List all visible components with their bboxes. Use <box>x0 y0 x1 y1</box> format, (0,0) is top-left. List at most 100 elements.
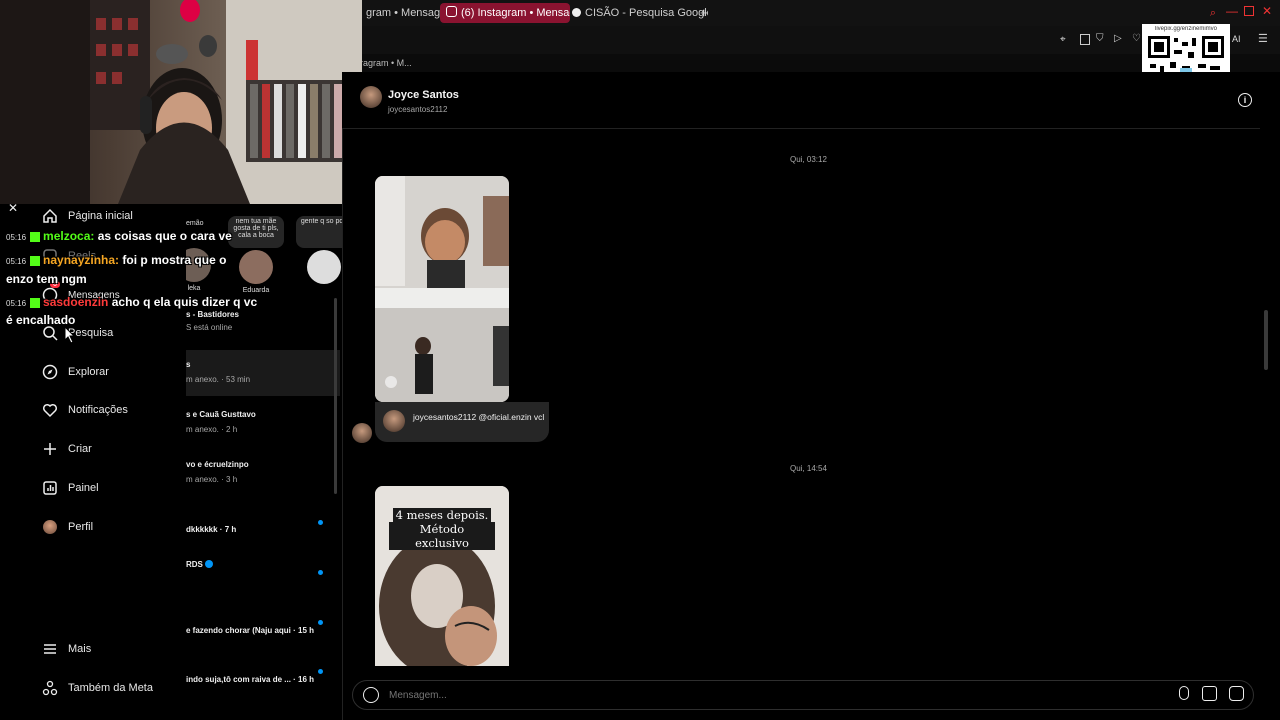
chat-time: 05:16 <box>6 233 27 242</box>
google-icon <box>572 8 581 17</box>
nav-explore[interactable]: Explorar <box>42 360 109 384</box>
browser-tab-bar: gram • Mensager (6) Instagram • Mensager… <box>360 0 1280 26</box>
webcam-overlay <box>0 0 362 204</box>
mouse-cursor-icon <box>64 326 76 344</box>
minimize-icon[interactable]: — <box>1226 4 1238 18</box>
conversation-item[interactable]: dkkkkkk · 7 h <box>186 525 336 534</box>
bookmark-item[interactable]: ragram • M... <box>360 58 412 68</box>
contact-avatar[interactable] <box>360 86 382 108</box>
info-icon[interactable]: i <box>1238 93 1252 107</box>
chat-message: foi p mostra que o <box>122 253 227 267</box>
reel-overlay-text: 4 meses depois. Método exclusivo <box>389 508 495 550</box>
shared-reel-thumbnail[interactable] <box>375 176 509 402</box>
webcam-scene <box>0 0 362 204</box>
play-icon[interactable]: ▷ <box>1114 33 1122 44</box>
menu-icon[interactable]: ☰ <box>1258 32 1268 45</box>
microphone-icon[interactable] <box>1179 686 1189 700</box>
message-timestamp: Qui, 03:12 <box>790 155 827 164</box>
chat-header: Joyce Santos joycesantos2112 i <box>342 72 1260 129</box>
chat-username: melzoca: <box>43 229 95 243</box>
hamburger-icon <box>42 641 58 657</box>
reel-caption-text: joycesantos2112 @oficial.enzin vcl <box>413 412 545 422</box>
image-icon[interactable] <box>1202 686 1217 701</box>
stream-chat-line: 05:16 melzoca: as coisas que o cara ve <box>6 229 232 243</box>
conversation-item[interactable]: s e Cauã Gusttavo m anexo. · 2 h <box>186 410 336 434</box>
conversation-name: RDS <box>186 560 336 569</box>
nav-notifications[interactable]: Notificações <box>42 398 128 422</box>
contact-handle: joycesantos2112 <box>388 105 448 114</box>
search-icon[interactable]: ⌕ <box>1210 7 1216 20</box>
browser-tab-active[interactable]: (6) Instagram • Mensager <box>440 3 570 23</box>
plus-icon <box>42 441 58 457</box>
heart-icon[interactable]: ♡ <box>1132 33 1141 44</box>
nav-notifications-label: Notificações <box>68 404 128 416</box>
conversation-preview: S está online <box>186 323 233 332</box>
conversation-item[interactable]: indo suja,tô com raiva de ... · 16 h <box>186 675 336 684</box>
conversation-item[interactable]: e fazendo chorar (Naju aqui · 15 h <box>186 626 336 635</box>
maximize-icon[interactable] <box>1244 6 1254 16</box>
story-note[interactable]: gente q so pqp <box>296 216 342 284</box>
chat-time: 05:16 <box>6 257 27 266</box>
story-name: leka <box>187 285 201 292</box>
conversation-list: lemão leka nem tua mãe gosta de ti pls, … <box>186 204 342 720</box>
sticker-icon[interactable] <box>1229 686 1244 701</box>
shared-reel-thumbnail[interactable]: 4 meses depois. Método exclusivo <box>375 486 509 666</box>
conversation-item[interactable]: RDS <box>186 560 336 569</box>
conversation-name: e fazendo chorar (Naju aqui · 15 h <box>186 626 315 635</box>
reel-share-caption[interactable]: joycesantos2112 @oficial.enzin vcl <box>375 402 549 442</box>
story-avatar <box>239 250 273 284</box>
chat-scrollbar[interactable] <box>1264 310 1268 370</box>
conversation-item[interactable]: vo e écruelzinpo m anexo. · 3 h <box>186 460 336 484</box>
meta-apps-icon <box>42 680 58 696</box>
stream-chat-line: 05:16 naynayzinha: foi p mostra que o <box>6 253 226 267</box>
ai-button[interactable]: AI <box>1232 34 1241 44</box>
streamer-badge-icon <box>30 255 41 266</box>
nav-create[interactable]: Criar <box>42 437 92 461</box>
browser-tab-label: (6) Instagram • Mensager <box>461 7 570 19</box>
nav-also-from-meta[interactable]: Também da Meta <box>42 676 153 700</box>
chat-time: 05:16 <box>6 299 27 308</box>
reel-overlay-line: 4 meses depois. <box>392 508 492 522</box>
nav-home[interactable]: Página inicial <box>42 204 133 228</box>
compass-icon <box>42 364 58 380</box>
close-icon[interactable]: ✕ <box>1262 4 1272 18</box>
unread-dot <box>318 520 323 525</box>
home-icon <box>42 208 58 224</box>
conversation-item-selected[interactable]: s m anexo. · 53 min <box>186 350 340 396</box>
streamer-badge-icon <box>30 231 41 242</box>
nav-dashboard[interactable]: Painel <box>42 476 99 500</box>
message-composer[interactable] <box>352 680 1254 710</box>
qr-caption: livepix.gg/enzinemimvo <box>1154 26 1218 32</box>
story-note-text: gente q so pqp <box>296 216 342 248</box>
chat-message: enzo tem ngm <box>6 272 87 286</box>
overlay-close-icon[interactable]: ✕ <box>8 201 18 215</box>
chat-message: as coisas que o cara ve <box>97 229 232 243</box>
conversation-preview: m anexo. · 2 h <box>186 425 238 434</box>
message-input[interactable] <box>387 686 1091 704</box>
story-avatar <box>307 250 341 284</box>
story-note-text: nem tua mãe gosta de ti pls, cala a boca <box>228 216 284 248</box>
tabs-icon[interactable] <box>1080 34 1090 45</box>
conversation-name: s e Cauã Gusttavo <box>186 410 256 419</box>
nav-profile[interactable]: Perfil <box>42 515 93 539</box>
stream-chat-line: é encalhado <box>6 313 75 327</box>
pin-icon[interactable]: ⌖ <box>1060 34 1066 45</box>
nav-profile-label: Perfil <box>68 521 94 533</box>
conversation-scrollbar[interactable] <box>334 298 337 494</box>
conversation-preview: m anexo. · 53 min <box>186 375 251 384</box>
new-tab-button[interactable]: + <box>694 3 718 23</box>
browser-tab-label: CISÃO - Pesquisa Google <box>585 7 708 19</box>
shield-icon[interactable]: ⛉ <box>1096 33 1104 44</box>
conversation-item[interactable]: s - Bastidores S está online <box>186 310 336 332</box>
browser-tab[interactable]: gram • Mensager <box>360 3 442 23</box>
reel-preview-image <box>375 176 509 402</box>
story-note[interactable]: nem tua mãe gosta de ti pls, cala a boca… <box>228 216 284 294</box>
browser-tab[interactable]: CISÃO - Pesquisa Google <box>566 3 708 23</box>
nav-more-label: Mais <box>68 643 92 655</box>
chat-message: acho q ela quis dizer q vc <box>111 295 258 309</box>
sender-avatar <box>352 423 372 443</box>
unread-dot <box>318 620 323 625</box>
contact-name[interactable]: Joyce Santos <box>388 89 459 101</box>
nav-more[interactable]: Mais <box>42 637 91 661</box>
emoji-icon[interactable] <box>363 687 379 703</box>
